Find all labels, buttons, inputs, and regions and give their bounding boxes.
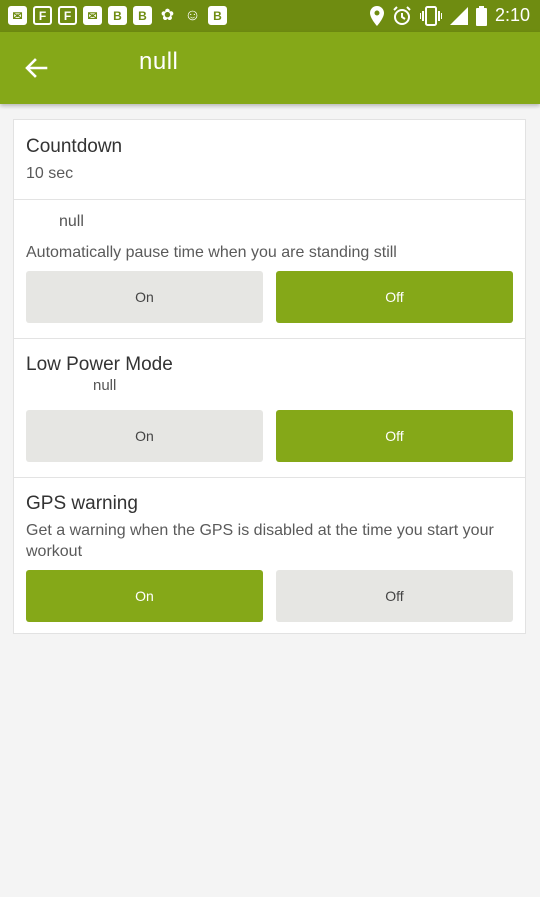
autopause-description: Automatically pause time when you are st… bbox=[26, 244, 397, 261]
low-power-setting: Low Power Mode null On Off bbox=[14, 338, 525, 478]
flipboard-icon: F bbox=[58, 6, 77, 25]
autopause-on-button[interactable]: On bbox=[26, 271, 263, 323]
settings-card: Countdown 10 sec null Automatically paus… bbox=[13, 119, 526, 634]
low-power-off-button[interactable]: Off bbox=[276, 410, 513, 462]
countdown-setting[interactable]: Countdown 10 sec bbox=[14, 120, 525, 200]
low-power-description: null bbox=[93, 377, 117, 394]
autopause-title: null bbox=[59, 213, 84, 230]
gps-warning-on-button[interactable]: On bbox=[26, 570, 263, 622]
mail-icon: ✉ bbox=[8, 6, 27, 25]
b-icon: B bbox=[133, 6, 152, 25]
gps-warning-title: GPS warning bbox=[26, 493, 138, 514]
status-bar: ✉ F F ✉ B B ✿ ☺ B 2:10 bbox=[0, 0, 540, 32]
countdown-title: Countdown bbox=[26, 136, 123, 157]
low-power-on-button[interactable]: On bbox=[26, 410, 263, 462]
system-icons: 2:10 bbox=[369, 5, 530, 26]
gps-warning-setting: GPS warning Get a warning when the GPS i… bbox=[14, 477, 525, 634]
page-title: null bbox=[139, 48, 179, 75]
battery-icon bbox=[475, 5, 487, 26]
gps-warning-off-button[interactable]: Off bbox=[276, 570, 513, 622]
app-bar: null bbox=[0, 32, 540, 104]
mail-icon: ✉ bbox=[83, 6, 102, 25]
low-power-title: Low Power Mode bbox=[26, 354, 173, 375]
gps-warning-description: Get a warning when the GPS is disabled a… bbox=[26, 522, 494, 560]
countdown-value: 10 sec bbox=[26, 165, 74, 182]
signal-icon bbox=[449, 6, 468, 25]
autopause-setting: null Automatically pause time when you a… bbox=[14, 199, 525, 339]
back-button[interactable] bbox=[20, 54, 52, 82]
flipboard-icon: F bbox=[33, 6, 52, 25]
b-icon: B bbox=[208, 6, 227, 25]
vibrate-icon bbox=[419, 5, 442, 26]
notification-icons: ✉ F F ✉ B B ✿ ☺ B bbox=[8, 6, 227, 25]
b-icon: B bbox=[108, 6, 127, 25]
alarm-icon bbox=[393, 5, 411, 25]
autopause-off-button[interactable]: Off bbox=[276, 271, 513, 323]
arrow-back-icon bbox=[25, 58, 48, 78]
cat-icon: ☺ bbox=[184, 6, 201, 24]
puzzle-icon: ✿ bbox=[160, 6, 175, 24]
location-icon bbox=[369, 5, 384, 26]
clock: 2:10 bbox=[494, 5, 530, 25]
